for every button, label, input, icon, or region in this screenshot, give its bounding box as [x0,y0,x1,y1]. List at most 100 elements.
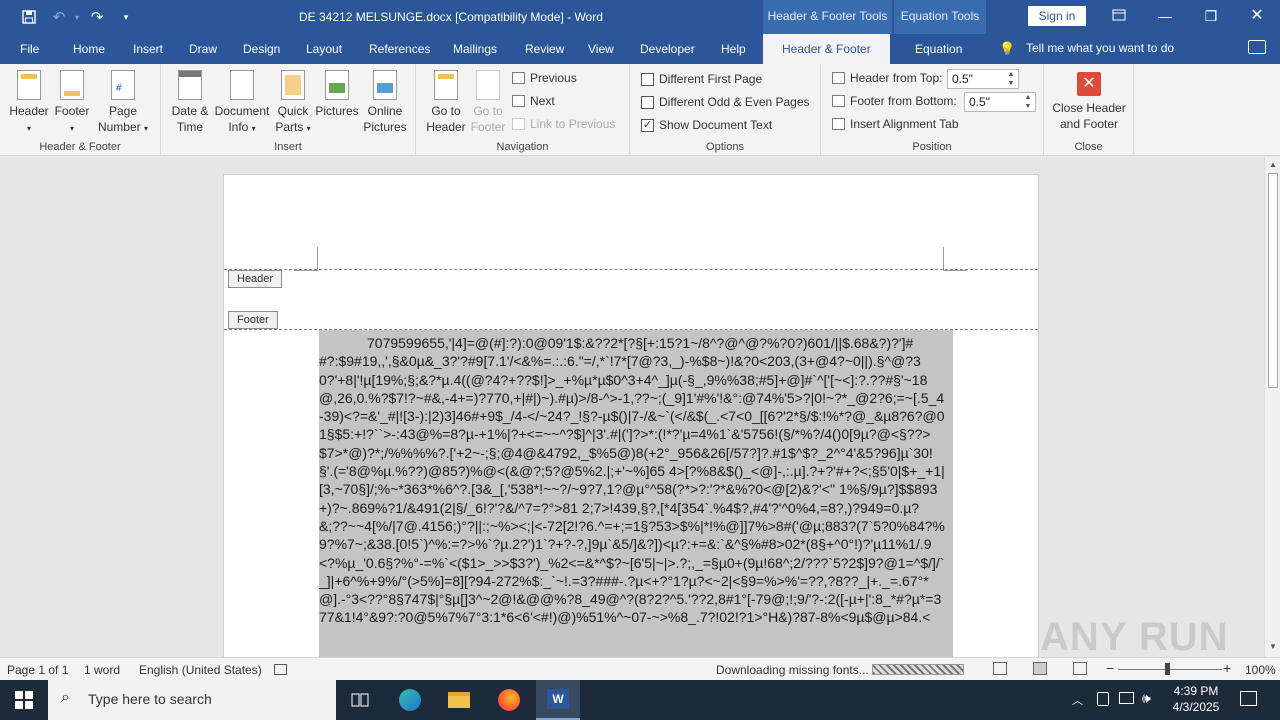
zoom-out-icon[interactable]: − [1106,660,1114,676]
tab-mailings[interactable]: Mailings [453,42,497,56]
group-close: ✕ Close Header and Footer Close [1044,64,1134,156]
read-mode-icon[interactable] [993,662,1007,675]
volume-icon[interactable]: 🕪 [1142,690,1151,707]
header-button[interactable]: Header ▾ [8,70,50,137]
tab-layout[interactable]: Layout [306,42,342,56]
tab-draw[interactable]: Draw [189,42,217,56]
tab-review[interactable]: Review [525,42,564,56]
word-count[interactable]: 1 word [84,663,120,677]
tab-help[interactable]: Help [721,42,746,56]
undo-dropdown-icon[interactable]: ▾ [66,7,88,27]
scroll-up-icon[interactable]: ▲ [1267,160,1279,172]
go-to-header-icon [434,70,458,100]
ribbon-tabs: File Home Insert Draw Design Layout Refe… [0,34,1280,64]
checkmark-icon: ✓ [641,118,654,132]
quick-parts-icon [281,70,305,100]
taskbar-search[interactable]: ⌕ Type here to search [48,680,336,720]
device-icon[interactable] [1097,692,1109,706]
quick-parts-button[interactable]: Quick Parts ▾ [273,70,313,137]
firefox-icon[interactable] [487,680,531,720]
link-to-previous-label: Link to Previous [530,117,616,131]
go-to-footer-button[interactable]: Go to Footer [468,70,508,135]
next-button[interactable]: Next [512,94,555,108]
group-label-position: Position [912,141,952,153]
footer-from-bottom-input[interactable]: 0.5" ▲ ▼ [964,92,1036,112]
tab-equation[interactable]: Equation [915,42,962,56]
go-to-header-button[interactable]: Go to Header [426,70,466,135]
ribbon: Header ▾ Footer ▾ # Page Number ▾ Header & … [0,64,1280,220]
tab-header-footer[interactable]: Header & Footer [763,34,890,64]
maximize-icon[interactable]: ❐ [1196,6,1226,26]
edge-icon[interactable] [388,680,432,720]
search-placeholder: Type here to search [88,691,212,707]
footer-label: Footer [54,104,90,118]
different-first-page-box [641,72,654,86]
previous-label: Previous [530,71,577,85]
customize-quick-access-icon[interactable]: ▾ [115,7,137,27]
tell-me-search[interactable]: Tell me what you want to do [1026,41,1174,55]
zoom-level[interactable]: 100% [1245,663,1276,677]
spin-arrows-icon[interactable]: ▲ ▼ [1004,70,1018,88]
tab-developer[interactable]: Developer [640,42,695,56]
quick-parts-label-2: Parts [275,120,304,134]
header-icon [17,70,41,100]
scroll-down-icon[interactable]: ▼ [1267,642,1279,654]
page-number-label-2: Number [97,120,141,134]
tab-file[interactable]: File [20,42,39,56]
pictures-button[interactable]: Pictures [315,70,359,119]
zoom-in-icon[interactable]: + [1223,660,1231,676]
sign-in-button[interactable]: Sign in [1028,6,1086,26]
notifications-icon[interactable] [1240,691,1257,706]
link-to-previous-button[interactable]: Link to Previous [512,117,615,131]
close-window-icon[interactable]: ✕ [1242,6,1272,26]
clock-time: 4:39 PM [1173,684,1219,698]
header-position-icon [832,72,845,84]
save-icon[interactable] [18,7,40,27]
word-taskbar-icon[interactable]: W [536,680,580,720]
date-time-button[interactable]: Date & Time [169,70,211,135]
go-to-footer-icon [476,70,500,100]
lightbulb-icon: 💡 [999,41,1016,56]
group-options: Different First Page Different Odd & Eve… [630,64,821,156]
online-pictures-button[interactable]: Online Pictures [362,70,408,135]
different-odd-even-checkbox[interactable]: Different Odd & Even Pages [641,95,810,109]
proofing-icon[interactable] [274,664,287,675]
page-number-icon: # [111,70,135,100]
minimize-icon[interactable]: — [1150,6,1180,26]
comments-icon[interactable] [1248,40,1266,54]
clock[interactable]: 4:39 PM 4/3/2025 [1164,683,1228,715]
ribbon-display-options-icon[interactable] [1104,6,1134,26]
language[interactable]: English (United States) [139,663,262,677]
page-count[interactable]: Page 1 of 1 [7,663,68,677]
web-layout-icon[interactable] [1073,662,1087,675]
tab-home[interactable]: Home [73,42,105,56]
redo-icon[interactable]: ↷ [86,7,108,27]
scroll-thumb[interactable] [1268,173,1278,388]
header-from-top-input[interactable]: 0.5" ▲ ▼ [947,69,1019,89]
tab-design[interactable]: Design [243,42,280,56]
tab-insert[interactable]: Insert [133,42,163,56]
task-view-icon[interactable] [338,680,382,720]
start-button[interactable] [0,680,48,720]
tab-view[interactable]: View [588,42,614,56]
print-layout-icon[interactable] [1033,662,1047,675]
file-explorer-icon[interactable] [437,680,481,720]
crop-mark-right [943,247,967,271]
page-number-button[interactable]: # Page Number ▾ [94,70,152,137]
network-icon[interactable] [1119,692,1134,704]
document-body-text[interactable]: 7079599655,'|4]=@(#]:?):0@09'1$:&??2*[?§… [319,330,953,657]
tab-references[interactable]: References [369,42,430,56]
show-hidden-icons[interactable]: ︿ [1072,692,1083,708]
spin-arrows-icon[interactable]: ▲ ▼ [1021,93,1035,111]
zoom-slider[interactable] [1118,669,1222,670]
document-info-button[interactable]: Document Info ▾ [212,70,272,137]
footer-button[interactable]: Footer ▾ [52,70,92,137]
different-first-page-checkbox[interactable]: Different First Page [641,72,762,86]
document-page[interactable]: Header Footer 7079599655,'|4]=@(#]:?):0@… [223,174,1039,657]
vertical-scrollbar[interactable]: ▲ ▼ [1264,157,1280,657]
show-document-text-checkbox[interactable]: ✓ Show Document Text [641,118,772,132]
zoom-slider-thumb[interactable] [1165,663,1170,675]
previous-button[interactable]: Previous [512,71,577,85]
close-header-footer-button[interactable]: ✕ Close Header and Footer [1048,70,1130,132]
insert-alignment-tab-button[interactable]: Insert Alignment Tab [832,117,959,131]
